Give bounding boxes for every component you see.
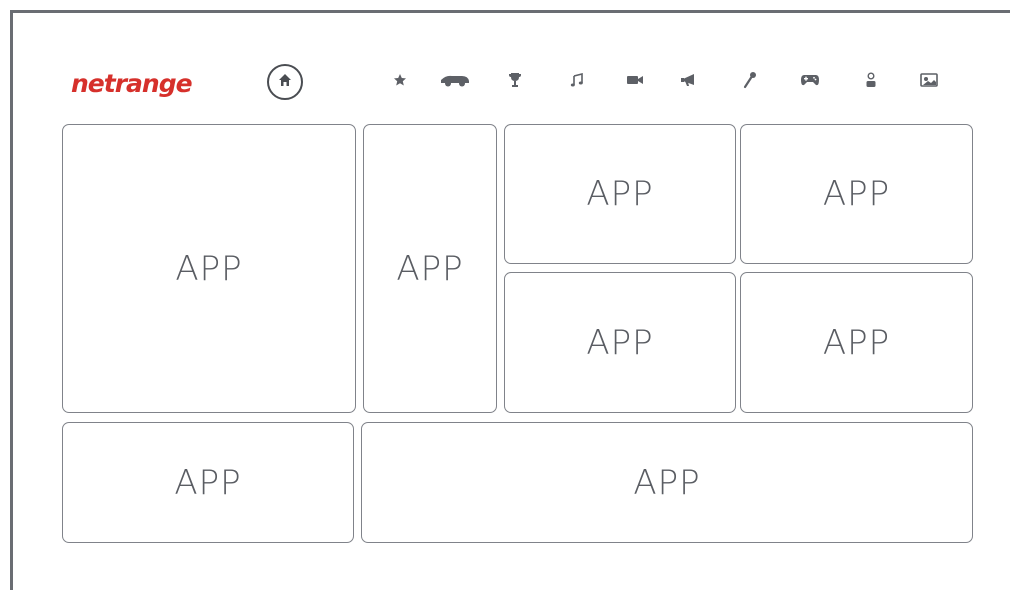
category-awards[interactable] — [502, 70, 528, 94]
category-news[interactable] — [677, 70, 703, 94]
app-tile-large[interactable]: APP — [62, 124, 356, 413]
app-label: APP — [633, 462, 701, 503]
app-tile-wide-right[interactable]: APP — [361, 422, 973, 543]
home-icon — [277, 72, 293, 93]
car-icon — [440, 73, 470, 92]
category-music[interactable] — [564, 70, 590, 94]
category-video[interactable] — [622, 70, 648, 94]
app-label: APP — [174, 462, 242, 503]
photo-icon — [920, 72, 938, 92]
person-icon — [865, 72, 877, 93]
app-label: APP — [822, 174, 891, 214]
category-kids[interactable] — [858, 70, 884, 94]
star-icon — [393, 73, 407, 92]
music-note-icon — [570, 72, 584, 92]
video-camera-icon — [626, 73, 644, 91]
tv-screen: netrange APP APP APP APP APP APP APP APP — [10, 10, 1010, 590]
trophy-icon — [508, 72, 522, 93]
category-games[interactable] — [797, 70, 823, 94]
app-label: APP — [396, 248, 464, 289]
app-tile-small-2[interactable]: APP — [740, 124, 973, 264]
gamepad-icon — [800, 73, 820, 92]
app-label: APP — [822, 322, 891, 363]
netrange-logo: netrange — [71, 69, 193, 98]
microphone-icon — [743, 71, 757, 94]
app-tile-small-3[interactable]: APP — [504, 272, 736, 413]
category-favorites[interactable] — [387, 70, 413, 94]
app-tile-tall[interactable]: APP — [363, 124, 497, 413]
app-label: APP — [175, 248, 243, 289]
category-photos[interactable] — [916, 70, 942, 94]
app-tile-small-4[interactable]: APP — [740, 272, 973, 413]
category-sports[interactable] — [438, 70, 472, 94]
home-button[interactable] — [267, 64, 303, 100]
category-karaoke[interactable] — [737, 70, 763, 94]
app-label: APP — [586, 322, 654, 363]
megaphone-icon — [680, 72, 700, 93]
app-tile-small-1[interactable]: APP — [504, 124, 736, 264]
app-tile-wide-left[interactable]: APP — [62, 422, 354, 543]
app-label: APP — [586, 174, 654, 214]
